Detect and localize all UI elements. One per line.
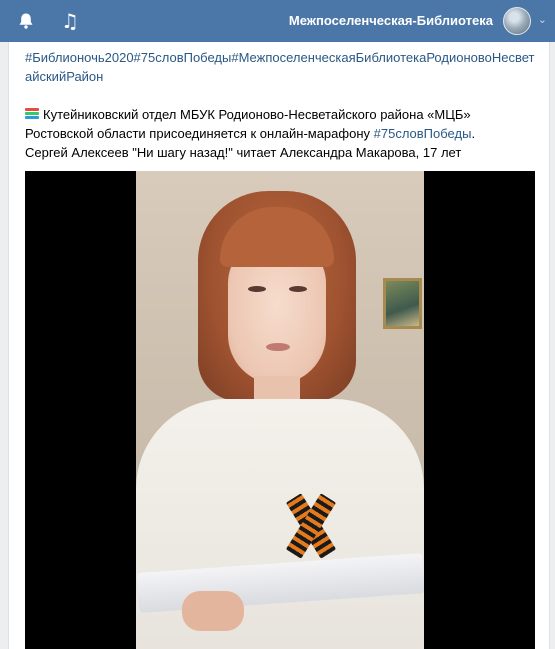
blouse [136, 399, 424, 649]
post-text: #Библионочь2020#75словПобеды#Межпоселенч… [25, 48, 535, 162]
post-description: Кутейниковский отдел МБУК Родионово-Несв… [25, 105, 535, 162]
video-frame [136, 171, 424, 649]
mouth [266, 343, 290, 351]
chevron-down-icon[interactable]: ⌄ [538, 13, 547, 26]
profile-name[interactable]: Межпоселенческая-Библиотека [289, 13, 493, 28]
music-icon[interactable]: ♫ [58, 9, 82, 33]
description-line-1: Кутейниковский отдел МБУК Родионово-Несв… [43, 107, 471, 122]
wall-painting [383, 278, 422, 329]
hashtag-link[interactable]: #75словПобеды [374, 126, 472, 141]
left-eye [248, 286, 266, 292]
post-card: #Библионочь2020#75словПобеды#Межпоселенч… [8, 42, 550, 649]
top-bar: ♫ Межпоселенческая-Библиотека ⌄ [0, 0, 555, 42]
hashtag-links[interactable]: #Библионочь2020#75словПобеды#Межпоселенч… [25, 48, 535, 86]
books-icon [25, 108, 39, 120]
hand [182, 591, 244, 631]
avatar[interactable] [503, 7, 531, 35]
description-line-2-suffix: . [471, 126, 476, 141]
bell-icon[interactable] [14, 9, 38, 33]
right-eye [289, 286, 307, 292]
description-line-2-prefix: Ростовской области присоединяется к онла… [25, 126, 374, 141]
description-line-3: Сергей Алексеев "Ни шагу назад!" читает … [25, 145, 462, 160]
video-player[interactable] [25, 171, 535, 649]
